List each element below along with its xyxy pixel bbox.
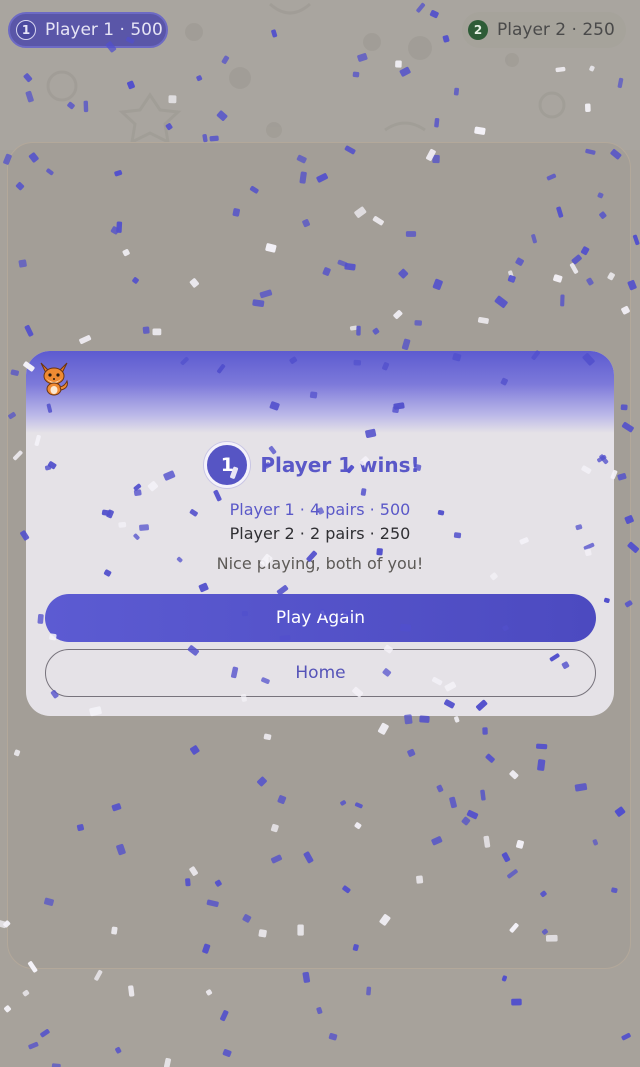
modal-header [26, 351, 614, 433]
confetti-piece [51, 1063, 61, 1067]
confetti-piece [366, 986, 372, 996]
confetti-piece [94, 969, 103, 981]
confetti-piece [4, 1005, 12, 1013]
player2-badge: 2 [468, 20, 488, 40]
winner-badge: 1 [204, 442, 251, 488]
confetti-piece [22, 989, 30, 997]
play-again-button[interactable]: Play Again [45, 594, 596, 642]
confetti-piece [115, 1047, 122, 1054]
player1-result: Player 1 · 4 pairs · 500 [229, 500, 411, 519]
result-message: Nice playing, both of you! [216, 554, 424, 573]
fox-mascot-icon [40, 362, 68, 396]
player2-score-label: Player 2 · 250 [497, 20, 615, 40]
player1-badge: 1 [16, 20, 36, 40]
confetti-piece [40, 1029, 50, 1038]
confetti-piece [220, 1010, 229, 1022]
confetti-piece [511, 998, 522, 1006]
confetti-piece [164, 1057, 171, 1067]
confetti-piece [222, 1049, 232, 1057]
confetti-piece [128, 985, 135, 997]
confetti-piece [302, 971, 311, 983]
home-button[interactable]: Home [45, 649, 596, 697]
confetti-piece [632, 234, 640, 246]
player1-score-label: Player 1 · 500 [45, 20, 163, 40]
winner-title: Player 1 wins! [260, 453, 420, 477]
confetti-piece [205, 989, 213, 996]
player1-score-pill: 1 Player 1 · 500 [8, 12, 168, 48]
confetti-piece [501, 975, 507, 982]
confetti-piece [28, 1041, 39, 1050]
confetti-piece [316, 1007, 323, 1015]
player2-result: Player 2 · 2 pairs · 250 [229, 524, 411, 543]
confetti-piece [621, 1032, 631, 1041]
player2-score-pill: 2 Player 2 · 250 [462, 12, 626, 48]
winner-row: 1 Player 1 wins! [0, 442, 640, 488]
confetti-piece [328, 1033, 338, 1041]
